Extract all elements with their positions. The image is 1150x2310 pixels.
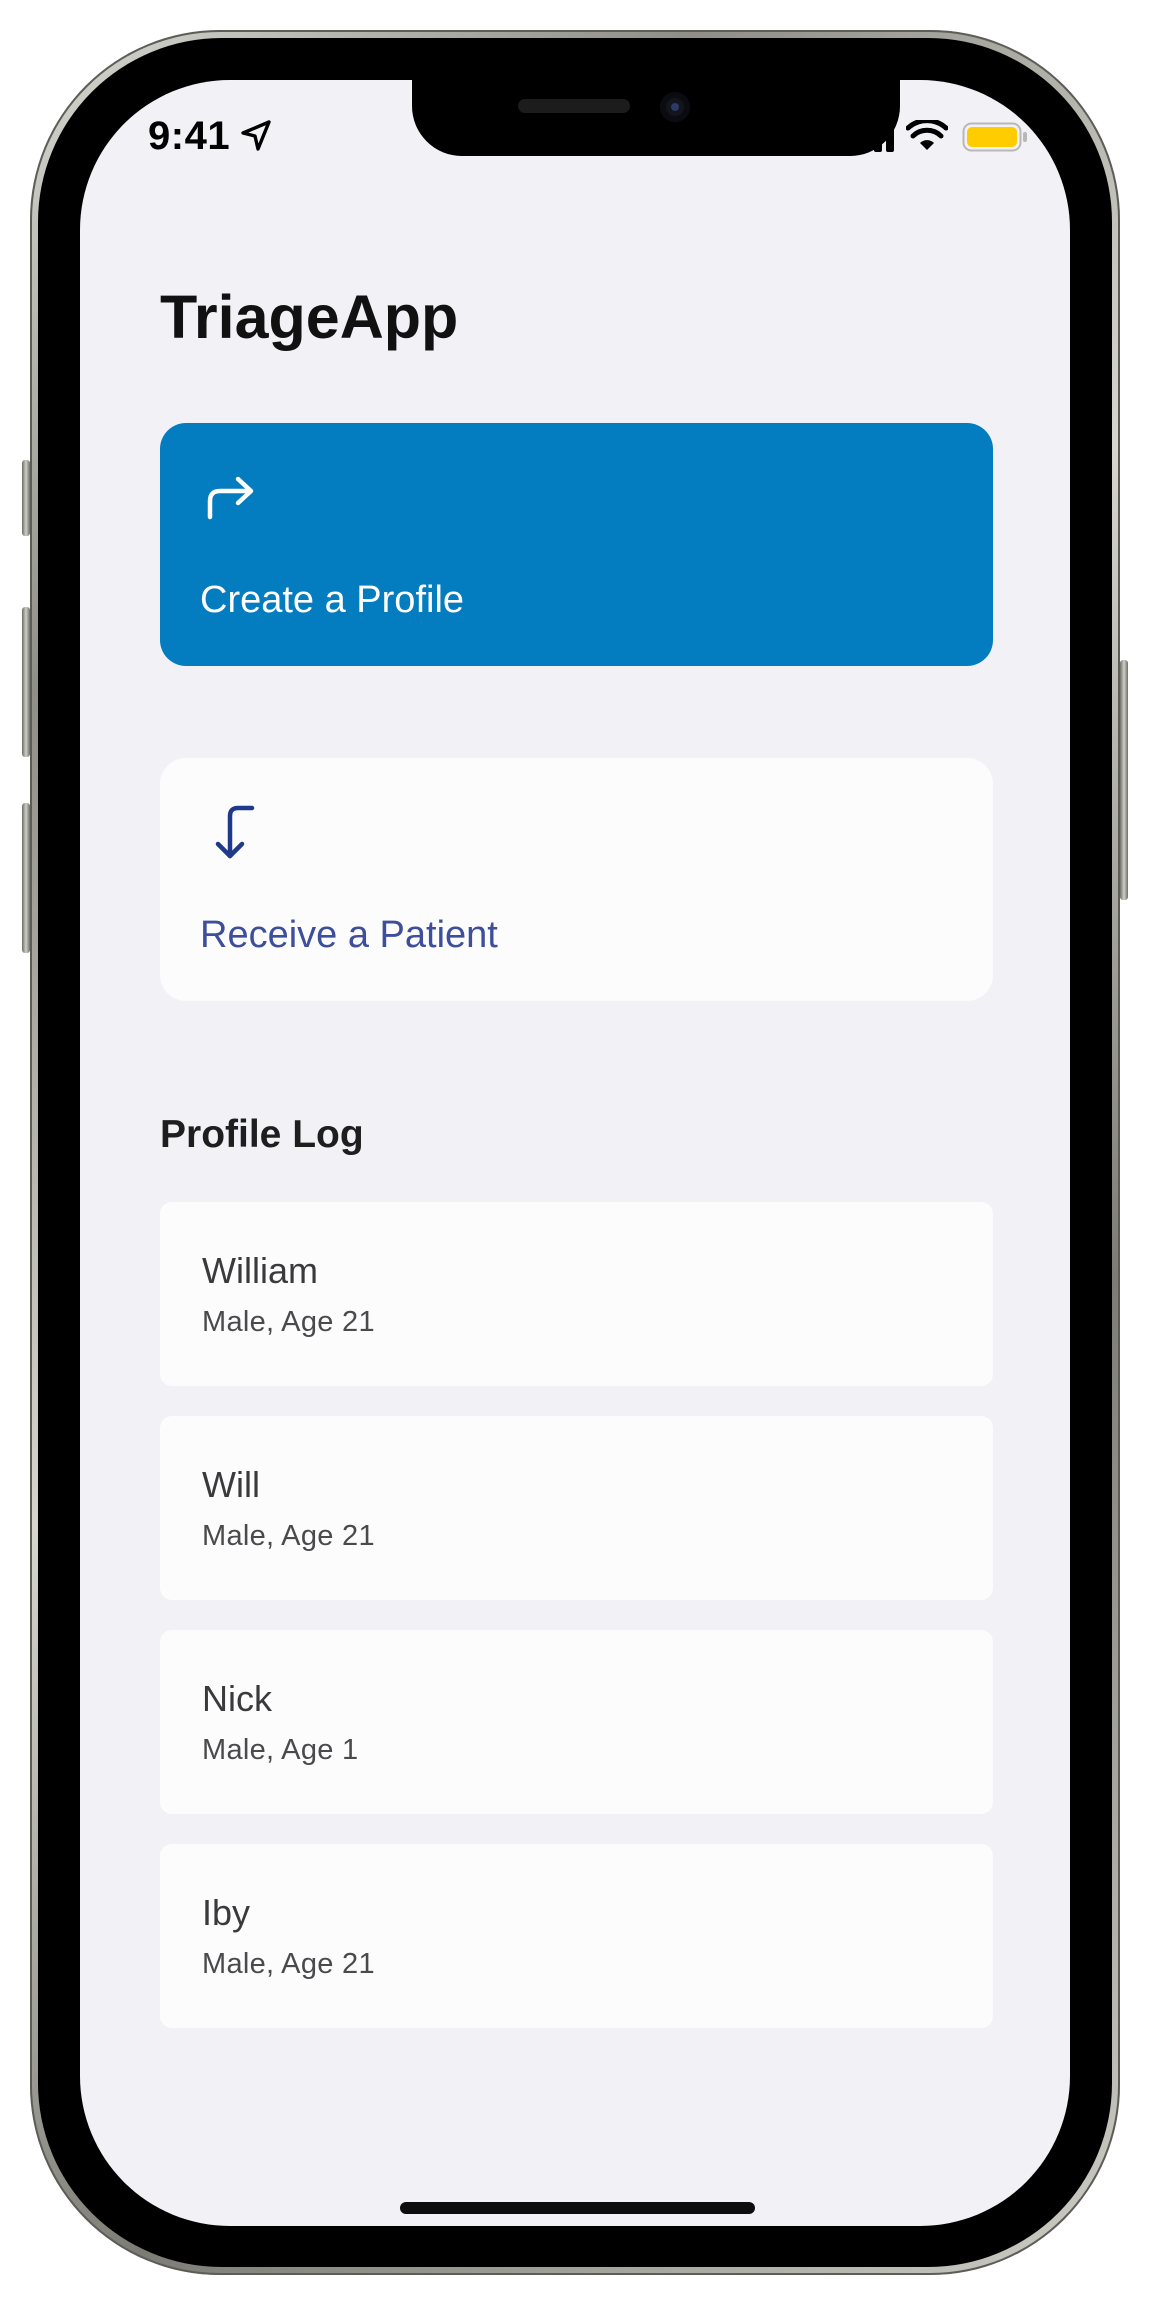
earpiece-speaker xyxy=(518,99,630,113)
create-profile-button[interactable]: Create a Profile xyxy=(160,423,993,666)
receive-patient-label: Receive a Patient xyxy=(200,914,498,956)
profile-log-item[interactable]: William Male, Age 21 xyxy=(160,1202,993,1386)
receive-patient-button[interactable]: Receive a Patient xyxy=(160,758,993,1001)
arrow-turn-up-right-icon xyxy=(207,476,254,520)
profile-name: Iby xyxy=(202,1892,251,1933)
volume-down-button xyxy=(22,803,30,953)
location-arrow-icon xyxy=(241,120,271,151)
notch xyxy=(412,80,900,156)
device-mockup: 9:41 TriageApp Create a Profile Receive … xyxy=(0,0,1150,2310)
battery-icon xyxy=(962,122,1027,152)
status-time: 9:41 xyxy=(148,114,231,158)
home-indicator[interactable] xyxy=(400,2202,755,2214)
front-camera xyxy=(660,92,690,122)
profile-details: Male, Age 1 xyxy=(202,1734,359,1766)
profile-details: Male, Age 21 xyxy=(202,1948,375,1980)
profile-log-item[interactable]: Iby Male, Age 21 xyxy=(160,1844,993,2028)
profile-log-item[interactable]: Will Male, Age 21 xyxy=(160,1416,993,1600)
power-button xyxy=(1120,660,1128,900)
cellular-signal-icon xyxy=(850,122,894,152)
profile-log-title: Profile Log xyxy=(160,1113,364,1156)
profile-details: Male, Age 21 xyxy=(202,1306,375,1338)
volume-up-button xyxy=(22,607,30,757)
profile-name: Nick xyxy=(202,1678,272,1719)
profile-name: William xyxy=(202,1250,318,1291)
profile-details: Male, Age 21 xyxy=(202,1520,375,1552)
arrow-turn-down-left-icon xyxy=(215,805,255,859)
create-profile-label: Create a Profile xyxy=(200,579,465,621)
page-title: TriageApp xyxy=(160,283,459,351)
action-button xyxy=(22,460,30,536)
profile-log-item[interactable]: Nick Male, Age 1 xyxy=(160,1630,993,1814)
wifi-icon xyxy=(906,120,948,150)
profile-name: Will xyxy=(202,1464,260,1505)
